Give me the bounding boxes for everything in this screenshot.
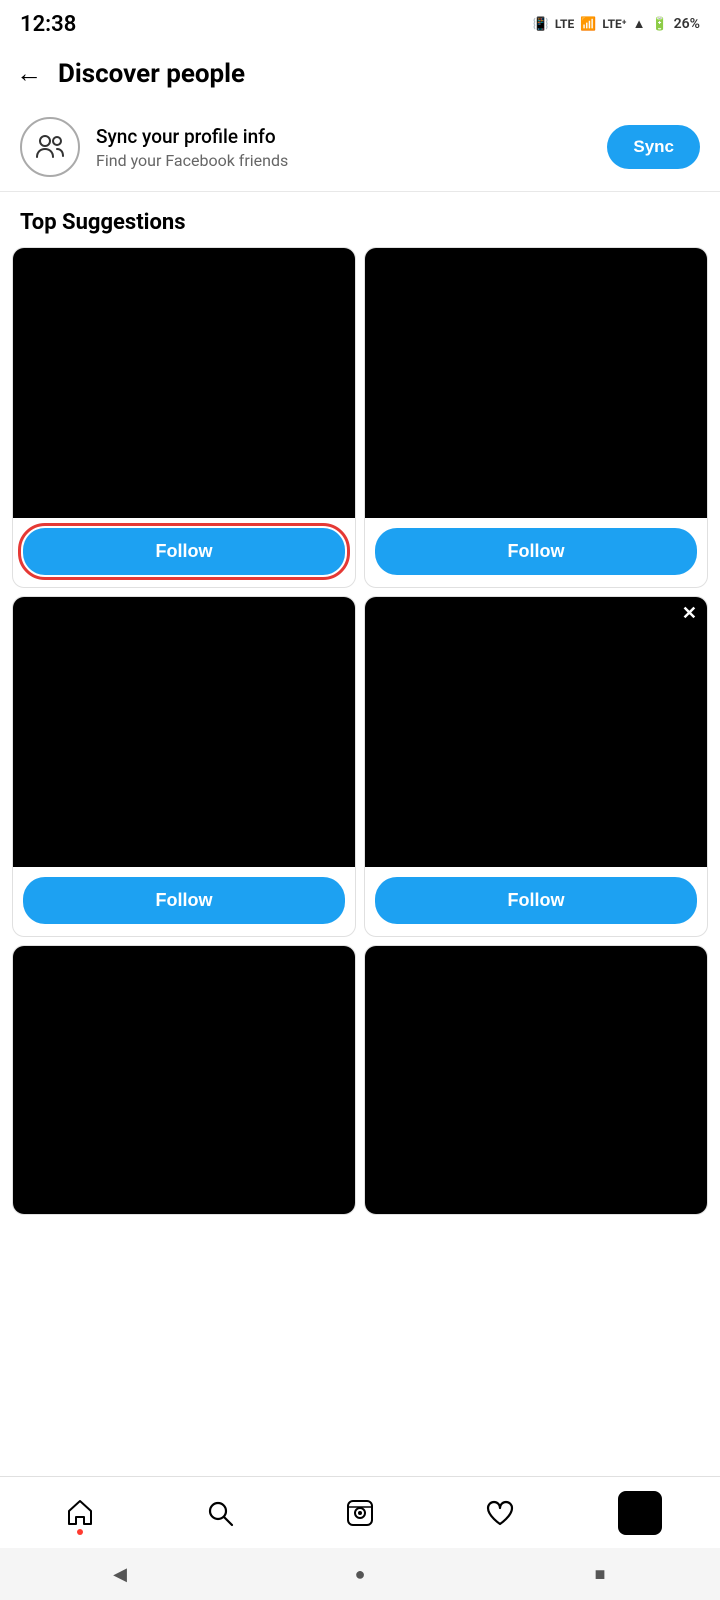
status-bar: 12:38 📳 LTE 📶 LTE⁺ ▲ 🔋 26%	[0, 0, 720, 44]
follow-button-1[interactable]: Follow	[23, 528, 345, 575]
card-image-4: ✕	[365, 597, 707, 867]
sync-icon-circle	[20, 117, 80, 177]
follow-button-3[interactable]: Follow	[23, 877, 345, 924]
card-image-3	[13, 597, 355, 867]
vibrate-icon: 📳	[533, 17, 549, 32]
android-home-icon: ●	[355, 1564, 366, 1585]
nav-home[interactable]	[40, 1483, 120, 1543]
sync-subtitle: Find your Facebook friends	[96, 151, 591, 170]
card-image-5	[13, 946, 355, 1215]
android-nav-bar: ◀ ● ■	[0, 1548, 720, 1600]
heart-icon	[484, 1497, 516, 1529]
follow-button-2[interactable]: Follow	[375, 528, 697, 575]
reels-icon	[344, 1497, 376, 1529]
battery-pct: 26%	[674, 16, 700, 32]
bottom-nav	[0, 1476, 720, 1548]
people-sync-icon	[33, 130, 67, 164]
sync-section: Sync your profile info Find your Faceboo…	[0, 103, 720, 192]
android-home-button[interactable]: ●	[330, 1554, 390, 1594]
header: ← Discover people	[0, 44, 720, 103]
top-suggestions-title: Top Suggestions	[0, 192, 720, 247]
battery-icon: 🔋	[651, 17, 667, 32]
android-back-icon: ◀	[113, 1564, 127, 1585]
card-image-2	[365, 248, 707, 518]
lte-icon: LTE	[555, 17, 574, 31]
nav-activity[interactable]	[460, 1483, 540, 1543]
home-icon	[64, 1497, 96, 1529]
signal-icon: ▲	[633, 16, 646, 32]
lte2-icon: LTE⁺	[602, 17, 626, 31]
android-recents-icon: ■	[595, 1564, 606, 1585]
suggestion-card-3: Follow	[12, 596, 356, 937]
nav-reels[interactable]	[320, 1483, 400, 1543]
suggestion-card-6	[364, 945, 708, 1215]
home-notification-dot	[77, 1529, 83, 1535]
search-icon	[204, 1497, 236, 1529]
android-recents-button[interactable]: ■	[570, 1554, 630, 1594]
nav-profile[interactable]	[600, 1483, 680, 1543]
android-back-button[interactable]: ◀	[90, 1554, 150, 1594]
nav-search[interactable]	[180, 1483, 260, 1543]
suggestions-grid: Follow Follow Follow ✕ Follow	[0, 247, 720, 1215]
sync-title: Sync your profile info	[96, 125, 591, 148]
back-button[interactable]: ←	[16, 58, 42, 89]
suggestion-card-1: Follow	[12, 247, 356, 588]
wifi-icon: 📶	[580, 17, 596, 32]
close-button-4[interactable]: ✕	[682, 605, 697, 623]
status-icons: 📳 LTE 📶 LTE⁺ ▲ 🔋 26%	[533, 16, 700, 32]
card-image-6	[365, 946, 707, 1215]
card-image-1	[13, 248, 355, 518]
profile-avatar	[618, 1491, 662, 1535]
suggestion-card-5	[12, 945, 356, 1215]
status-time: 12:38	[20, 12, 76, 37]
page-title: Discover people	[58, 59, 245, 89]
sync-text-container: Sync your profile info Find your Faceboo…	[96, 125, 591, 170]
follow-button-4[interactable]: Follow	[375, 877, 697, 924]
suggestion-card-2: Follow	[364, 247, 708, 588]
suggestion-card-4: ✕ Follow	[364, 596, 708, 937]
sync-button[interactable]: Sync	[607, 125, 700, 169]
